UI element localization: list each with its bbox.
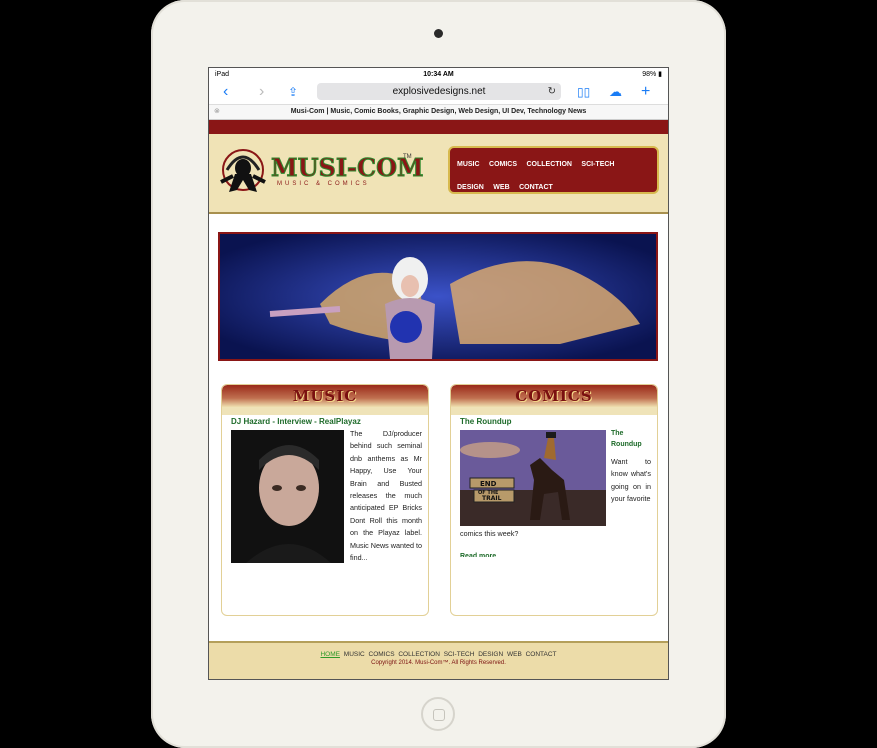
footer-sci-tech-link[interactable]: SCI-TECH bbox=[444, 651, 475, 658]
sign-line-3: TRAIL bbox=[482, 495, 502, 502]
comics-heading: COMICS bbox=[451, 385, 657, 407]
dj-hazard-photo[interactable] bbox=[231, 430, 344, 563]
music-excerpt: The DJ/producer behind such seminal dnb … bbox=[350, 429, 422, 562]
footer-web-link[interactable]: WEB bbox=[507, 651, 522, 658]
tab-bar[interactable]: ⊗ Musi-Com | Music, Comic Books, Graphic… bbox=[209, 104, 668, 120]
back-icon[interactable]: ‹ bbox=[223, 83, 228, 101]
comics-subbar bbox=[451, 407, 657, 415]
web-page: MUSI-COM TM MUSIC & COMICS MUSIC COMICS … bbox=[209, 120, 668, 214]
end-of-trail-comic[interactable]: END OF THE TRAIL bbox=[460, 430, 606, 526]
tab-title: Musi-Com | Music, Comic Books, Graphic D… bbox=[290, 108, 587, 115]
nav-contact[interactable]: CONTACT bbox=[519, 184, 553, 191]
footer-design-link[interactable]: DESIGN bbox=[478, 651, 503, 658]
footer-music-link[interactable]: MUSIC bbox=[344, 651, 365, 658]
logo-text: MUSI-COM bbox=[271, 153, 424, 182]
status-bar: iPad 10:34 AM 98% ▮ bbox=[209, 68, 668, 80]
ipad-screen: iPad 10:34 AM 98% ▮ ‹ › ⇪ explosivedesig… bbox=[208, 67, 669, 680]
site-header: MUSI-COM TM MUSIC & COMICS MUSIC COMICS … bbox=[209, 134, 668, 214]
nav-collection[interactable]: COLLECTION bbox=[526, 161, 572, 168]
music-article-title[interactable]: DJ Hazard - Interview - RealPlayaz bbox=[222, 415, 428, 428]
nav-music[interactable]: MUSIC bbox=[457, 161, 480, 168]
footer-copyright: Copyright 2014. Musi-Com™. All Rights Re… bbox=[371, 660, 506, 666]
top-stripe bbox=[209, 120, 668, 134]
close-tab-icon[interactable]: ⊗ bbox=[214, 105, 220, 119]
footer-comics-link[interactable]: COMICS bbox=[369, 651, 395, 658]
footer-links: HOME MUSIC COMICS COLLECTION SCI-TECH DE… bbox=[209, 651, 668, 658]
comics-read-more[interactable]: Read more bbox=[460, 551, 496, 557]
music-subbar bbox=[222, 407, 428, 415]
footer-contact-link[interactable]: CONTACT bbox=[526, 651, 557, 658]
music-heading: MUSIC bbox=[222, 385, 428, 407]
sign-line-1: END bbox=[480, 480, 497, 488]
status-time: 10:34 AM bbox=[423, 70, 454, 78]
nav-comics[interactable]: COMICS bbox=[489, 161, 517, 168]
comics-article-title[interactable]: The Roundup bbox=[451, 415, 657, 428]
site-logo[interactable]: MUSI-COM TM MUSIC & COMICS bbox=[219, 140, 429, 204]
footer-home-link[interactable]: HOME bbox=[320, 651, 340, 658]
comics-side-title[interactable]: The Roundup bbox=[611, 428, 651, 450]
main-nav: MUSIC COMICS COLLECTION SCI-TECH DESIGN … bbox=[448, 146, 659, 194]
url-bar[interactable]: explosivedesigns.net ↻ bbox=[317, 83, 561, 100]
reload-icon[interactable]: ↻ bbox=[548, 83, 556, 100]
comics-excerpt-side: Want to know what's going on in your fav… bbox=[611, 457, 651, 504]
site-footer: HOME MUSIC COMICS COLLECTION SCI-TECH DE… bbox=[209, 641, 668, 679]
browser-toolbar: ‹ › ⇪ explosivedesigns.net ↻ ▯▯ ☁ + bbox=[209, 80, 668, 104]
bookmarks-icon[interactable]: ▯▯ bbox=[577, 83, 590, 101]
comics-excerpt-rest: comics this week? bbox=[460, 529, 519, 538]
forward-icon[interactable]: › bbox=[259, 83, 264, 101]
add-tab-icon[interactable]: + bbox=[641, 83, 650, 101]
footer-collection-link[interactable]: COLLECTION bbox=[398, 651, 440, 658]
comics-panel: COMICS The Roundup END OF THE TRAIL The … bbox=[450, 384, 658, 616]
logo-tm: TM bbox=[403, 154, 412, 160]
share-icon[interactable]: ⇪ bbox=[288, 83, 298, 101]
hero-image bbox=[220, 234, 656, 359]
hero-banner[interactable] bbox=[218, 232, 658, 361]
camera bbox=[434, 29, 443, 38]
cloud-icon[interactable]: ☁ bbox=[609, 83, 622, 101]
music-panel: MUSIC DJ Hazard - Interview - RealPlayaz… bbox=[221, 384, 429, 616]
url-text: explosivedesigns.net bbox=[392, 86, 486, 97]
nav-sci-tech[interactable]: SCI-TECH bbox=[581, 161, 614, 168]
logo-sub: MUSIC & COMICS bbox=[277, 181, 370, 187]
home-button[interactable] bbox=[421, 697, 455, 731]
nav-web[interactable]: WEB bbox=[493, 184, 509, 191]
nav-design[interactable]: DESIGN bbox=[457, 184, 484, 191]
